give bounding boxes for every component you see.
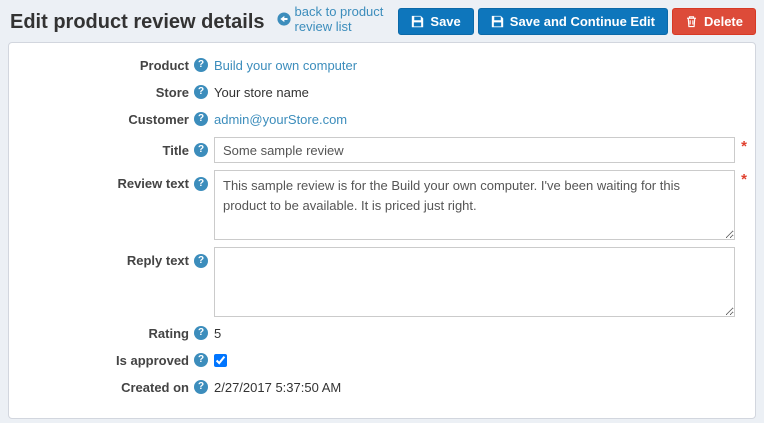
save-button[interactable]: Save <box>398 7 474 35</box>
created-on-value: 2/27/2017 5:37:50 AM <box>214 380 342 395</box>
form-row-customer: Customer ? admin@yourStore.com <box>9 110 747 128</box>
review-text-label-col: Review text ? <box>9 170 208 191</box>
save-floppy-icon <box>491 15 504 28</box>
reply-text-label-col: Reply text ? <box>9 247 208 268</box>
product-label: Product <box>139 57 189 73</box>
title-value-col: * <box>214 137 747 163</box>
is-approved-value-col <box>214 353 747 367</box>
help-icon[interactable]: ? <box>194 176 208 191</box>
review-text-textarea[interactable]: This sample review is for the Build your… <box>214 170 735 240</box>
reply-text-value-col <box>214 247 747 317</box>
form-row-created-on: Created on ? 2/27/2017 5:37:50 AM <box>9 378 747 396</box>
store-value: Your store name <box>214 85 309 100</box>
store-label-col: Store ? <box>9 85 208 100</box>
customer-value-col: admin@yourStore.com <box>214 111 747 127</box>
rating-value-col: 5 <box>214 325 747 341</box>
product-value-col: Build your own computer <box>214 57 747 73</box>
trash-icon <box>685 15 698 28</box>
help-icon[interactable]: ? <box>194 143 208 157</box>
help-icon[interactable]: ? <box>194 85 208 99</box>
required-marker: * <box>741 138 747 155</box>
help-icon[interactable]: ? <box>194 58 208 72</box>
product-label-col: Product ? <box>9 58 208 73</box>
created-on-value-col: 2/27/2017 5:37:50 AM <box>214 379 747 395</box>
save-and-continue-button-label: Save and Continue Edit <box>509 13 655 29</box>
is-approved-checkbox[interactable] <box>214 354 227 367</box>
help-icon[interactable]: ? <box>194 353 208 367</box>
title-wrap: Edit product review details back to prod… <box>10 4 399 36</box>
store-label: Store <box>155 84 189 100</box>
title-input[interactable] <box>214 137 735 163</box>
form-row-product: Product ? Build your own computer <box>9 56 747 74</box>
page-title: Edit product review details <box>10 11 265 33</box>
rating-label: Rating <box>148 325 189 341</box>
customer-label: Customer <box>128 111 189 127</box>
title-label: Title <box>162 142 190 158</box>
required-marker: * <box>741 171 747 188</box>
customer-link[interactable]: admin@yourStore.com <box>214 111 347 127</box>
page-header: Edit product review details back to prod… <box>0 0 764 42</box>
rating-label-col: Rating ? <box>9 326 208 341</box>
form-row-is-approved: Is approved ? <box>9 351 747 369</box>
delete-button[interactable]: Delete <box>671 7 756 35</box>
store-value-col: Your store name <box>214 84 747 100</box>
product-link[interactable]: Build your own computer <box>214 57 357 73</box>
review-text-label: Review text <box>117 176 189 191</box>
form-row-rating: Rating ? 5 <box>9 324 747 342</box>
created-on-label: Created on <box>121 379 189 395</box>
review-text-value-col: This sample review is for the Build your… <box>214 170 747 240</box>
reply-text-label: Reply text <box>126 253 189 268</box>
help-icon[interactable]: ? <box>194 253 208 268</box>
form-row-reply-text: Reply text ? <box>9 247 747 317</box>
back-arrow-circle-icon <box>276 12 291 26</box>
reply-text-textarea[interactable] <box>214 247 735 317</box>
is-approved-label: Is approved <box>116 352 189 368</box>
form-row-title: Title ? * <box>9 137 747 163</box>
help-icon[interactable]: ? <box>194 380 208 394</box>
delete-button-label: Delete <box>703 13 743 29</box>
toolbar: Save Save and Continue Edit Delete <box>398 7 756 35</box>
form-panel: Product ? Build your own computer Store … <box>8 42 756 419</box>
form-row-review-text: Review text ? This sample review is for … <box>9 170 747 240</box>
save-and-continue-button[interactable]: Save and Continue Edit <box>477 7 668 35</box>
save-floppy-icon <box>411 15 424 28</box>
back-link-label: back to product review list <box>294 4 384 34</box>
save-button-label: Save <box>430 13 461 29</box>
is-approved-label-col: Is approved ? <box>9 353 208 368</box>
created-on-label-col: Created on ? <box>9 380 208 395</box>
help-icon[interactable]: ? <box>194 326 208 340</box>
back-link[interactable]: back to product review list <box>276 4 399 34</box>
help-icon[interactable]: ? <box>194 112 208 126</box>
form-row-store: Store ? Your store name <box>9 83 747 101</box>
title-label-col: Title ? <box>9 143 208 158</box>
rating-value: 5 <box>214 326 222 341</box>
customer-label-col: Customer ? <box>9 112 208 127</box>
